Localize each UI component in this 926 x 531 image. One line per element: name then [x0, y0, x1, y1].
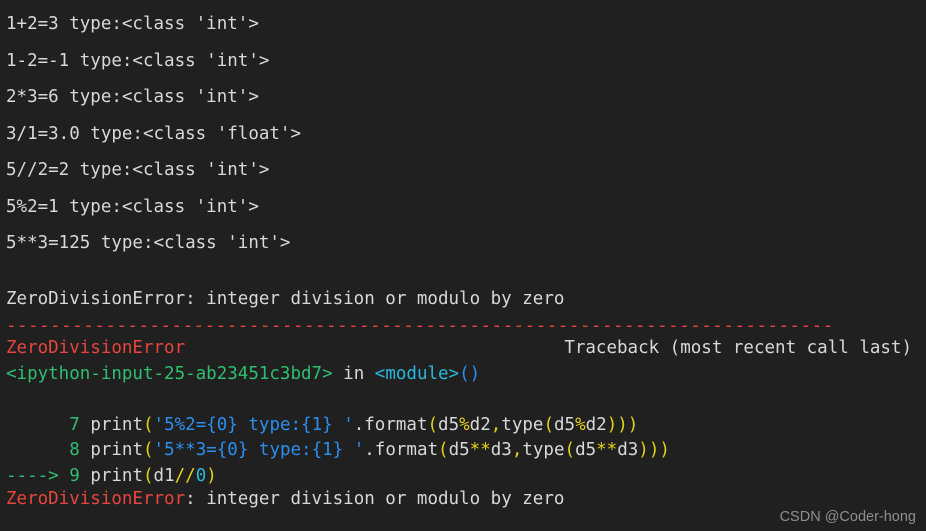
frame-arg2-open: (: [543, 414, 554, 435]
traceback-block: ZeroDivisionError Traceback (most recent…: [0, 336, 926, 489]
traceback-header: ZeroDivisionError Traceback (most recent…: [0, 336, 926, 362]
frame-string: '5%2={0} type:{1} ': [153, 414, 354, 435]
frame-arg1-op: **: [469, 440, 491, 460]
frame-args-open: (: [438, 440, 449, 460]
current-frame-arg-var: d1: [153, 465, 175, 486]
frame-close: ))): [606, 414, 639, 435]
frame-arg1-a: d5: [448, 440, 470, 460]
frame-arg2-op: %: [575, 414, 586, 435]
current-frame-marker: ---->: [6, 465, 70, 486]
watermark: CSDN @Coder-hong: [779, 509, 916, 525]
traceback-location-file: <ipython-input-25-ab23451c3bd7>: [6, 363, 333, 384]
frame-arg2-a: d5: [575, 440, 597, 460]
frame-args-open: (: [427, 414, 439, 435]
frame-lineno: 8: [69, 440, 80, 460]
output-line: 5//2=2 type:<class 'int'>: [6, 160, 270, 180]
frame-arg2-fn: type: [501, 414, 544, 435]
frame-open-paren: (: [143, 414, 154, 435]
frame-arg2-open: (: [564, 440, 576, 460]
current-frame-open-paren: (: [143, 465, 154, 486]
frame-arg2-fn: type: [522, 440, 565, 460]
current-frame-close-paren: ): [206, 465, 217, 486]
traceback-location-scope-parens: (): [459, 363, 481, 384]
frame-fn: print: [90, 440, 143, 460]
traceback-frame: 8 print('5**3={0} type:{1} '.format(d5**…: [0, 438, 926, 464]
frame-close: ))): [638, 440, 670, 460]
frame-arg2-op: **: [596, 440, 618, 460]
current-frame-arg-num: 0: [195, 465, 207, 486]
final-error-message: : integer division or modulo by zero: [185, 489, 565, 509]
final-error-name: ZeroDivisionError: [6, 489, 186, 509]
frame-arg1-a: d5: [438, 414, 460, 435]
frame-string: '5**3={0} type:{1} ': [153, 440, 365, 460]
output-line: 1-2=-1 type:<class 'int'>: [6, 50, 270, 71]
error-summary-line: ZeroDivisionError: integer division or m…: [6, 289, 565, 309]
traceback-current-frame: ----> 9 print(d1//0): [0, 464, 926, 490]
frame-comma: ,: [511, 440, 523, 460]
traceback-location-in: in: [343, 363, 365, 384]
current-frame-arg-op: //: [174, 465, 196, 486]
output-line: 2*3=6 type:<class 'int'>: [6, 87, 259, 107]
output-line: 5**3=125 type:<class 'int'>: [6, 233, 291, 253]
traceback-separator-rule: ----------------------------------------…: [6, 318, 834, 334]
output-line: 3/1=3.0 type:<class 'float'>: [6, 123, 302, 144]
output-line: 1+2=3 type:<class 'int'>: [6, 14, 259, 34]
program-output: 1+2=3 type:<class 'int'> 1-2=-1 type:<cl…: [0, 0, 926, 262]
frame-lineno: 7: [69, 414, 80, 435]
final-error-line: ZeroDivisionError: integer division or m…: [6, 487, 564, 511]
frame-arg1-b: d2: [469, 414, 491, 435]
traceback-frame: 7 print('5%2={0} type:{1} '.format(d5%d2…: [0, 413, 926, 439]
frame-arg1-op: %: [459, 414, 470, 435]
frame-comma: ,: [490, 414, 502, 435]
current-frame-fn: print: [90, 465, 143, 486]
frame-arg2-b: d2: [585, 414, 607, 435]
traceback-location-scope: <module>: [374, 363, 460, 384]
terminal-console[interactable]: 1+2=3 type:<class 'int'> 1-2=-1 type:<cl…: [0, 0, 926, 531]
frame-open-paren: (: [143, 440, 154, 460]
frame-arg2-b: d3: [617, 440, 639, 460]
output-line: 5%2=1 type:<class 'int'>: [6, 196, 259, 217]
traceback-gap: [0, 387, 926, 413]
frame-fn: print: [90, 414, 143, 435]
frame-dot-format: .format: [353, 414, 428, 435]
traceback-location: <ipython-input-25-ab23451c3bd7> in <modu…: [0, 362, 926, 388]
current-frame-lineno: 9: [69, 465, 80, 486]
frame-arg2-a: d5: [554, 414, 576, 435]
traceback-exception-name: ZeroDivisionError: [6, 338, 186, 358]
traceback-header-right: Traceback (most recent call last): [564, 338, 912, 358]
frame-dot-format: .format: [364, 440, 439, 460]
frame-arg1-b: d3: [490, 440, 512, 460]
